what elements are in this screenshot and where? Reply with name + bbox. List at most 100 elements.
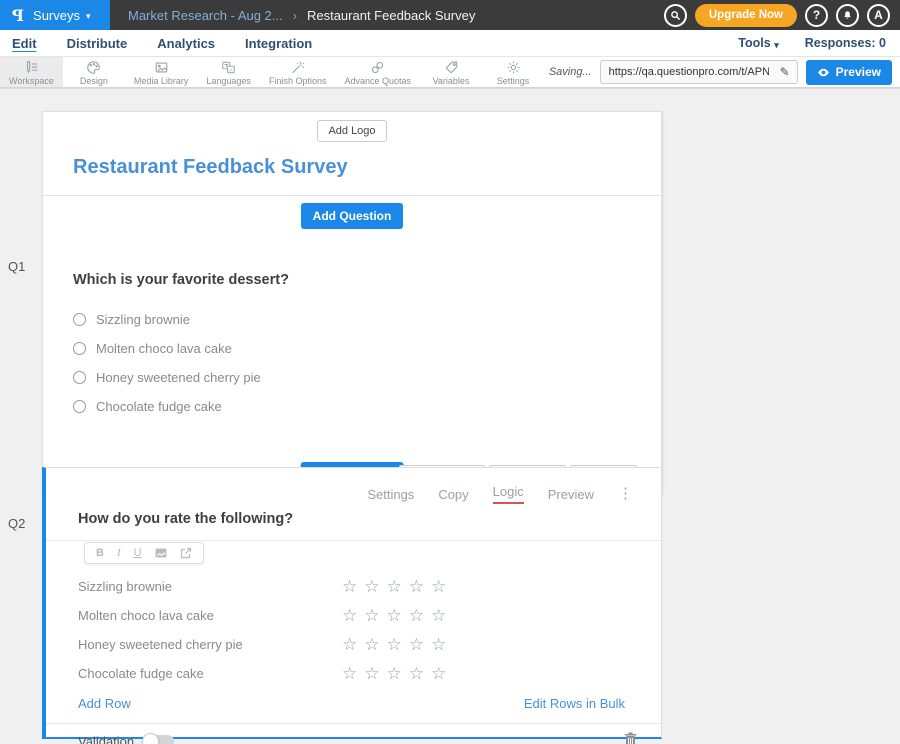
toolbar-label: Workspace bbox=[9, 76, 54, 86]
survey-editor-canvas: Q1 Q2 Add Logo Restaurant Feedback Surve… bbox=[0, 88, 900, 744]
toolbar-label: Languages bbox=[206, 76, 251, 86]
notifications-button[interactable] bbox=[836, 4, 859, 27]
preview-button[interactable]: Preview bbox=[806, 60, 892, 85]
chevron-down-icon: ▾ bbox=[86, 11, 91, 22]
search-button[interactable] bbox=[664, 4, 687, 27]
survey-title[interactable]: Restaurant Feedback Survey bbox=[43, 142, 661, 195]
tab-integration[interactable]: Integration bbox=[245, 34, 312, 53]
question-preview-menu[interactable]: Preview bbox=[548, 487, 594, 502]
question-1-block[interactable]: Which is your favorite dessert? Sizzling… bbox=[43, 236, 661, 413]
underline-button[interactable]: U bbox=[134, 547, 142, 559]
gear-icon bbox=[506, 60, 521, 75]
radio-button-icon[interactable] bbox=[73, 371, 86, 384]
design-palette-icon bbox=[86, 60, 101, 75]
toolbar-item-advance-quotas[interactable]: Advance Quotas bbox=[335, 57, 420, 87]
radio-button-icon[interactable] bbox=[73, 400, 86, 413]
tools-menu[interactable]: Tools ▾ bbox=[738, 36, 778, 50]
rating-row-label[interactable]: Molten choco lava cake bbox=[78, 608, 342, 623]
toolbar-label: Finish Options bbox=[269, 76, 327, 86]
insert-link-button[interactable] bbox=[180, 547, 192, 559]
trash-icon bbox=[624, 732, 637, 744]
upgrade-now-button[interactable]: Upgrade Now bbox=[695, 4, 797, 27]
answer-option[interactable]: Honey sweetened cherry pie bbox=[73, 370, 631, 384]
tab-edit[interactable]: Edit bbox=[12, 34, 37, 53]
question-logic-menu[interactable]: Logic bbox=[493, 484, 524, 504]
rating-row: Sizzling brownie ☆☆☆☆☆ bbox=[46, 572, 661, 601]
bell-icon bbox=[842, 10, 853, 21]
edit-rows-in-bulk-link[interactable]: Edit Rows in Bulk bbox=[524, 696, 625, 711]
question-settings-menu[interactable]: Settings bbox=[367, 487, 414, 502]
help-button[interactable]: ? bbox=[805, 4, 828, 27]
saving-status: Saving... bbox=[549, 66, 592, 78]
toolbar-label: Variables bbox=[433, 76, 470, 86]
answer-option[interactable]: Molten choco lava cake bbox=[73, 341, 631, 355]
breadcrumb-survey-name: Restaurant Feedback Survey bbox=[307, 8, 475, 23]
answer-option-label: Sizzling brownie bbox=[96, 312, 190, 327]
media-library-icon bbox=[154, 60, 169, 75]
account-avatar[interactable]: A bbox=[867, 4, 890, 27]
toolbar-item-workspace[interactable]: Workspace bbox=[0, 57, 63, 87]
rating-row-label[interactable]: Sizzling brownie bbox=[78, 579, 342, 594]
star-rating-icons[interactable]: ☆☆☆☆☆ bbox=[342, 606, 453, 626]
answer-option[interactable]: Sizzling brownie bbox=[73, 312, 631, 326]
edit-toolbar: Workspace Design Media Library A Languag… bbox=[0, 57, 900, 88]
question-2-block-selected[interactable]: Settings Copy Logic Preview ⋮ How do you… bbox=[42, 467, 662, 739]
question-2-text[interactable]: How do you rate the following? bbox=[78, 511, 293, 527]
answer-option-label: Honey sweetened cherry pie bbox=[96, 370, 261, 385]
radio-button-icon[interactable] bbox=[73, 342, 86, 355]
answer-option-label: Molten choco lava cake bbox=[96, 341, 232, 356]
question-menu: Settings Copy Logic Preview ⋮ bbox=[46, 468, 661, 504]
survey-url-input[interactable] bbox=[601, 66, 773, 78]
star-rating-icons[interactable]: ☆☆☆☆☆ bbox=[342, 577, 453, 597]
radio-button-icon[interactable] bbox=[73, 313, 86, 326]
surveys-menu[interactable]: P Surveys ▾ bbox=[0, 0, 110, 30]
rating-row-label[interactable]: Chocolate fudge cake bbox=[78, 666, 342, 681]
toolbar-item-variables[interactable]: Variables bbox=[420, 57, 482, 87]
rich-text-toolbar: B I U bbox=[84, 542, 204, 564]
kebab-menu-icon[interactable]: ⋮ bbox=[618, 489, 633, 499]
toolbar-item-media-library[interactable]: Media Library bbox=[125, 57, 198, 87]
bold-button[interactable]: B bbox=[96, 547, 104, 559]
star-rating-icons[interactable]: ☆☆☆☆☆ bbox=[342, 635, 453, 655]
breadcrumb-separator-icon: › bbox=[293, 8, 297, 23]
rating-row: Chocolate fudge cake ☆☆☆☆☆ bbox=[46, 659, 661, 688]
search-icon bbox=[670, 10, 681, 21]
answer-option[interactable]: Chocolate fudge cake bbox=[73, 399, 631, 413]
rating-row-label[interactable]: Honey sweetened cherry pie bbox=[78, 637, 342, 652]
validation-toggle[interactable] bbox=[144, 735, 174, 744]
delete-question-button[interactable] bbox=[624, 732, 637, 744]
tab-analytics[interactable]: Analytics bbox=[157, 34, 215, 53]
questionpro-app: P Surveys ▾ Market Research - Aug 2... ›… bbox=[0, 0, 900, 744]
question-1-text[interactable]: Which is your favorite dessert? bbox=[73, 272, 631, 288]
tag-icon bbox=[444, 60, 459, 75]
add-question-button-top[interactable]: Add Question bbox=[301, 203, 404, 229]
toolbar-item-finish-options[interactable]: Finish Options bbox=[260, 57, 336, 87]
toolbar-item-design[interactable]: Design bbox=[63, 57, 125, 87]
chain-link-icon bbox=[370, 60, 385, 75]
tools-menu-label: Tools bbox=[738, 36, 770, 50]
external-link-icon bbox=[180, 547, 192, 559]
add-logo-button[interactable]: Add Logo bbox=[317, 120, 386, 142]
rating-row: Molten choco lava cake ☆☆☆☆☆ bbox=[46, 601, 661, 630]
surveys-menu-label: Surveys bbox=[33, 8, 80, 23]
magic-wand-icon bbox=[290, 60, 305, 75]
insert-image-button[interactable] bbox=[155, 547, 167, 559]
star-rating-icons[interactable]: ☆☆☆☆☆ bbox=[342, 664, 453, 684]
breadcrumb-folder[interactable]: Market Research - Aug 2... bbox=[128, 8, 283, 23]
preview-button-label: Preview bbox=[836, 65, 881, 79]
survey-card: Add Logo Restaurant Feedback Survey Add … bbox=[42, 111, 662, 494]
question-copy-menu[interactable]: Copy bbox=[438, 487, 468, 502]
rating-matrix: Sizzling brownie ☆☆☆☆☆ Molten choco lava… bbox=[46, 572, 661, 688]
image-icon bbox=[155, 547, 167, 559]
questionpro-logo-icon: P bbox=[12, 6, 24, 25]
toolbar-label: Advance Quotas bbox=[344, 76, 411, 86]
toolbar-item-languages[interactable]: A Languages bbox=[197, 57, 260, 87]
answer-option-label: Chocolate fudge cake bbox=[96, 399, 222, 414]
edit-url-pencil-icon[interactable]: ✎ bbox=[773, 61, 797, 83]
tab-distribute[interactable]: Distribute bbox=[67, 34, 128, 53]
languages-icon: A bbox=[221, 60, 236, 75]
italic-button[interactable]: I bbox=[117, 547, 121, 559]
toolbar-item-settings[interactable]: Settings bbox=[482, 57, 544, 87]
validation-row: Validation bbox=[46, 723, 661, 744]
add-row-link[interactable]: Add Row bbox=[78, 696, 131, 711]
